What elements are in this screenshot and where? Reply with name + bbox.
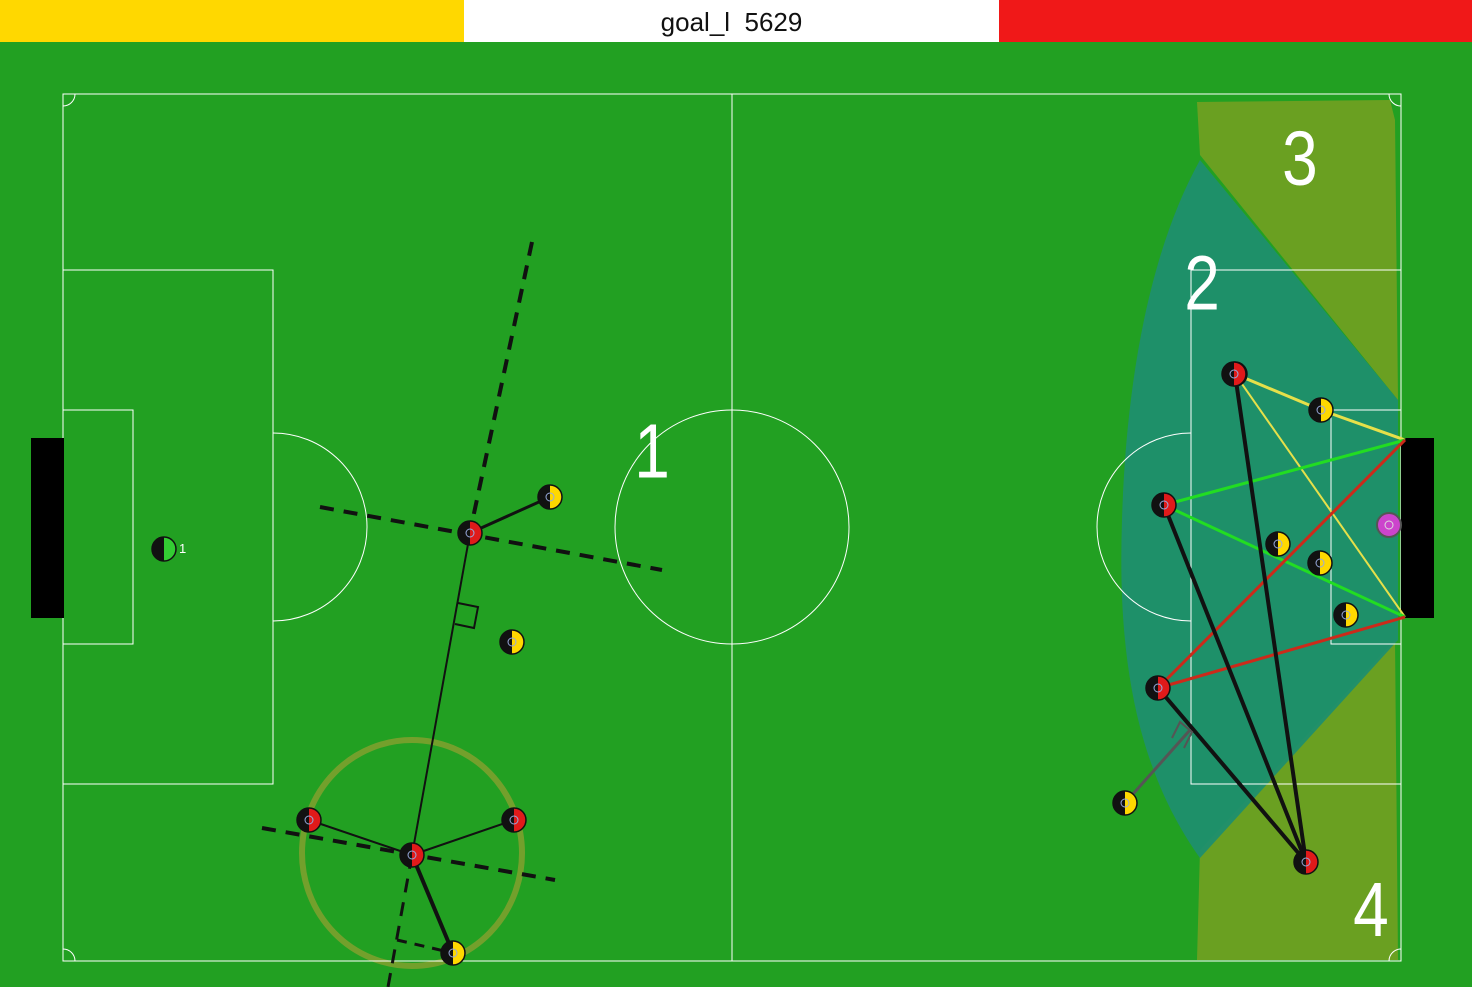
zone-label-1: 1: [634, 408, 670, 494]
red-player-icon: [296, 807, 322, 833]
zone-label-2: 2: [1184, 240, 1220, 326]
yellow-player-icon: [1333, 602, 1359, 628]
goalie-number-label: 1: [179, 541, 186, 556]
soccer-field: 1 2 3 4 1: [0, 42, 1472, 987]
red-player-icon: [457, 520, 483, 546]
zone-label-3: 3: [1282, 115, 1318, 201]
yellow-player-icon: [1308, 397, 1334, 423]
status-bar: goal_l 5629: [0, 0, 1472, 42]
yellow-player-icon: [1112, 790, 1138, 816]
yellow-player-icon: [1265, 531, 1291, 557]
left-team-color-bar: [0, 0, 464, 42]
red-player-icon: [501, 807, 527, 833]
red-player-icon: [1145, 675, 1171, 701]
left-goal: [31, 438, 64, 618]
yellow-player-icon: [440, 940, 466, 966]
right-goal: [1401, 438, 1434, 618]
right-team-color-bar: [999, 0, 1472, 42]
red-player-icon: [1221, 361, 1247, 387]
game-status-text: goal_l 5629: [660, 7, 803, 37]
red-player-icon: [1293, 849, 1319, 875]
red-player-icon: [1151, 492, 1177, 518]
yellow-player-icon: [499, 629, 525, 655]
yellow-player-icon: [537, 484, 563, 510]
goalie-marker-icon: [151, 536, 177, 562]
zone-label-4: 4: [1353, 866, 1389, 952]
yellow-player-icon: [1307, 550, 1333, 576]
ball-icon: [1376, 512, 1402, 538]
red-player-icon: [399, 842, 425, 868]
